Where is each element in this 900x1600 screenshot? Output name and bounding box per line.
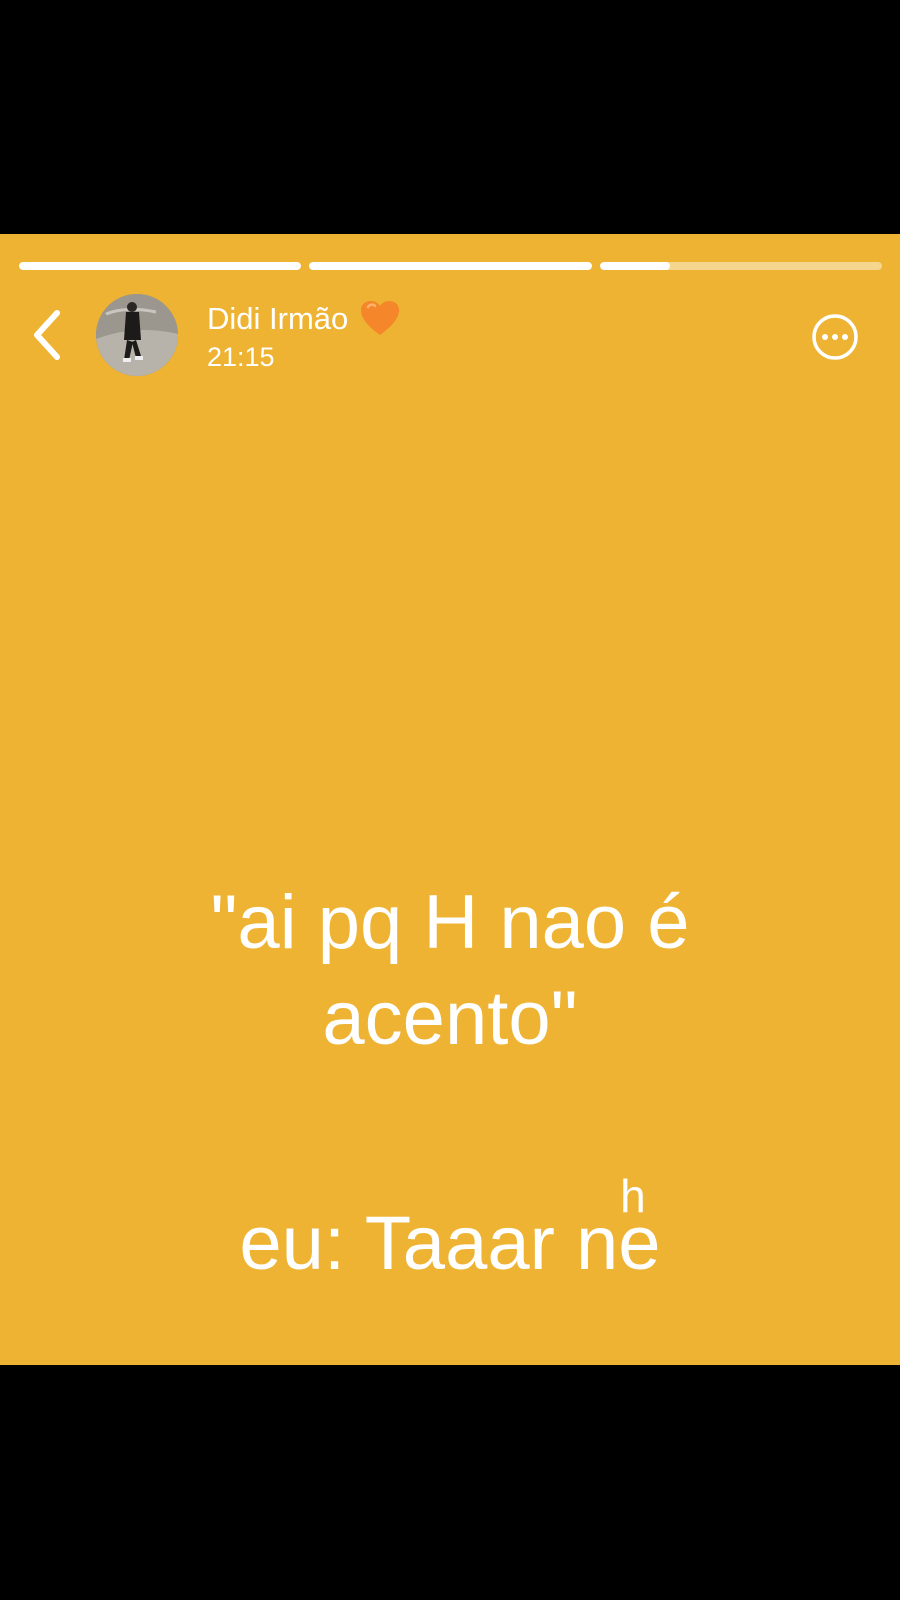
progress-segment <box>19 262 302 270</box>
chevron-left-icon <box>34 310 60 360</box>
story-reply-text: eu: Taaar ne h <box>0 1173 900 1292</box>
story-progress-bar <box>19 262 882 271</box>
more-options-button[interactable] <box>811 313 859 361</box>
story-caption: "ai pq H nao é acento" <box>0 875 900 1067</box>
caption-line: "ai pq H nao é <box>210 880 690 965</box>
reply-prefix: eu: Taaar n <box>239 1201 619 1286</box>
avatar[interactable] <box>96 294 178 376</box>
progress-fill <box>19 262 302 270</box>
orange-heart-icon <box>361 301 400 335</box>
progress-fill <box>309 262 592 270</box>
caption-line: acento" <box>322 976 578 1061</box>
back-button[interactable] <box>26 305 70 365</box>
reply-last-letter: eh <box>618 1173 660 1292</box>
bottom-letterbox <box>0 1365 900 1600</box>
more-horizontal-icon <box>812 314 858 360</box>
progress-fill <box>599 262 671 270</box>
avatar-photo <box>96 294 178 376</box>
progress-segment <box>599 262 882 270</box>
reply-superscript-h: h <box>620 1170 646 1222</box>
username[interactable]: Didi Irmão <box>207 301 348 337</box>
top-letterbox <box>0 0 900 234</box>
progress-segment <box>309 262 592 270</box>
post-time: 21:15 <box>207 342 275 372</box>
username-row[interactable]: Didi Irmão <box>207 298 400 340</box>
